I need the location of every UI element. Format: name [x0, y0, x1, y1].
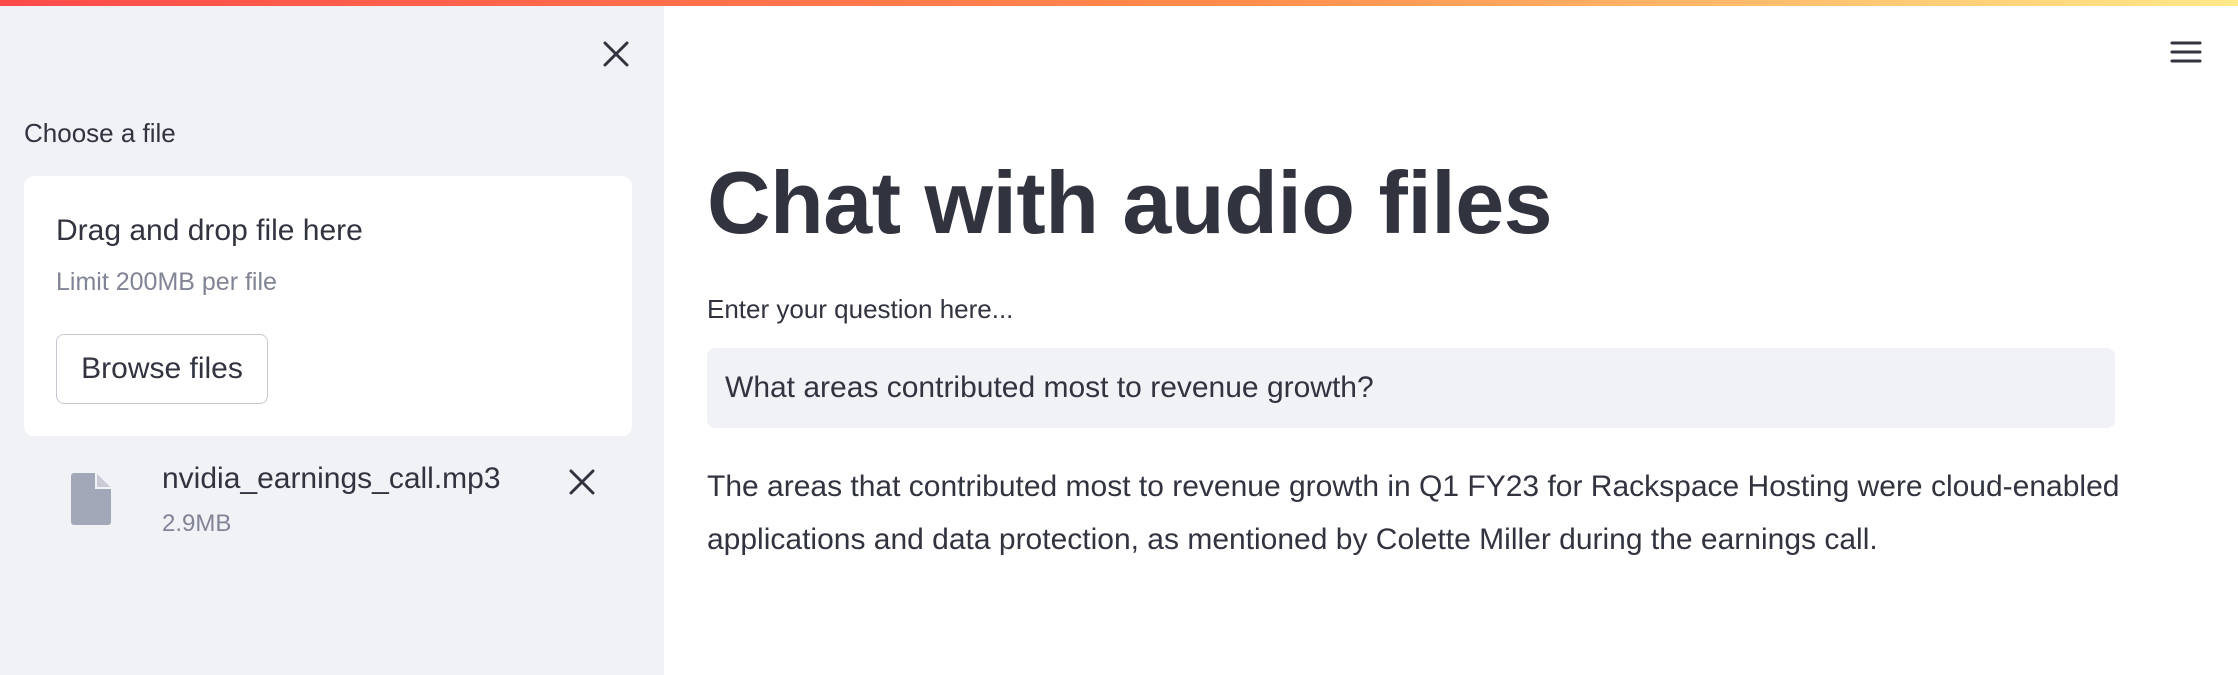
- top-decoration-bar: [0, 0, 2238, 6]
- answer-text: The areas that contributed most to reven…: [707, 470, 2120, 556]
- question-input-label: Enter your question here...: [707, 294, 1014, 324]
- uploaded-file-size: 2.9MB: [162, 510, 232, 537]
- file-uploader-label: Choose a file: [24, 118, 176, 148]
- dropzone-limit-text: Limit 200MB per file: [56, 268, 277, 296]
- main-menu-button[interactable]: [2164, 34, 2208, 70]
- remove-file-button[interactable]: [562, 462, 602, 502]
- browse-files-button[interactable]: Browse files: [56, 334, 268, 404]
- close-icon: [603, 41, 629, 67]
- dropzone-title: Drag and drop file here: [56, 214, 363, 247]
- file-dropzone[interactable]: Drag and drop file here Limit 200MB per …: [24, 176, 632, 436]
- uploaded-file-name: nvidia_earnings_call.mp3: [162, 462, 501, 495]
- file-icon: [71, 473, 111, 525]
- hamburger-menu-icon: [2170, 41, 2202, 63]
- question-input[interactable]: [707, 348, 2115, 428]
- uploaded-file-item: nvidia_earnings_call.mp3 2.9MB: [24, 450, 632, 550]
- sidebar-close-button[interactable]: [596, 34, 636, 74]
- sidebar: Choose a file Drag and drop file here Li…: [0, 0, 664, 675]
- page-title: Chat with audio files: [707, 153, 1553, 252]
- main-content: Chat with audio files Enter your questio…: [664, 0, 2238, 675]
- close-icon: [569, 469, 595, 495]
